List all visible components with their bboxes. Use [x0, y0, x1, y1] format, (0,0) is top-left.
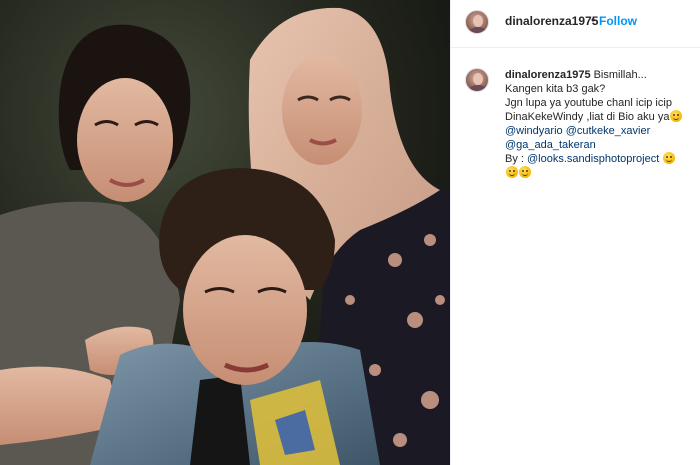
post-photo[interactable]: [0, 0, 450, 465]
avatar[interactable]: [465, 10, 489, 34]
caption-line-1: Bismillah...: [593, 69, 647, 81]
mention-ga-ada-takeran[interactable]: @ga_ada_takeran: [505, 139, 596, 151]
caption-by-prefix: By :: [505, 153, 528, 165]
post-photo-image: [0, 0, 450, 465]
caption-line-4: DinaKekeWindy ,liat di Bio aku ya: [505, 111, 670, 123]
mention-cutkeke-xavier[interactable]: @cutkeke_xavier: [566, 125, 651, 137]
caption-line-2: Kangen kita b3 gak?: [505, 83, 606, 95]
mention-looks-sandisphotoproject[interactable]: @looks.sandisphotoproject: [527, 153, 659, 165]
follow-button[interactable]: Follow: [599, 14, 637, 28]
caption-text: dinalorenza1975 Bismillah... Kangen kita …: [505, 68, 695, 180]
smiling-face-emoji-icon: [663, 152, 676, 164]
smiling-face-emoji-icon: [506, 166, 518, 178]
caption-line-3: Jgn lupa ya youtube chanl icip icip: [505, 97, 672, 109]
post-username[interactable]: dinalorenza1975: [505, 14, 598, 28]
smiling-face-emoji-icon: [519, 166, 531, 178]
post-sidebar: dinalorenza1975 • Follow dinalorenza1975…: [450, 0, 700, 465]
caption-username[interactable]: dinalorenza1975: [505, 69, 591, 81]
caption-avatar[interactable]: [465, 68, 489, 92]
smiling-face-emoji-icon: [670, 110, 683, 122]
separator-dot: •: [591, 13, 596, 27]
post-header: dinalorenza1975 • Follow: [451, 0, 700, 48]
mention-windyario[interactable]: @windyario: [505, 125, 563, 137]
